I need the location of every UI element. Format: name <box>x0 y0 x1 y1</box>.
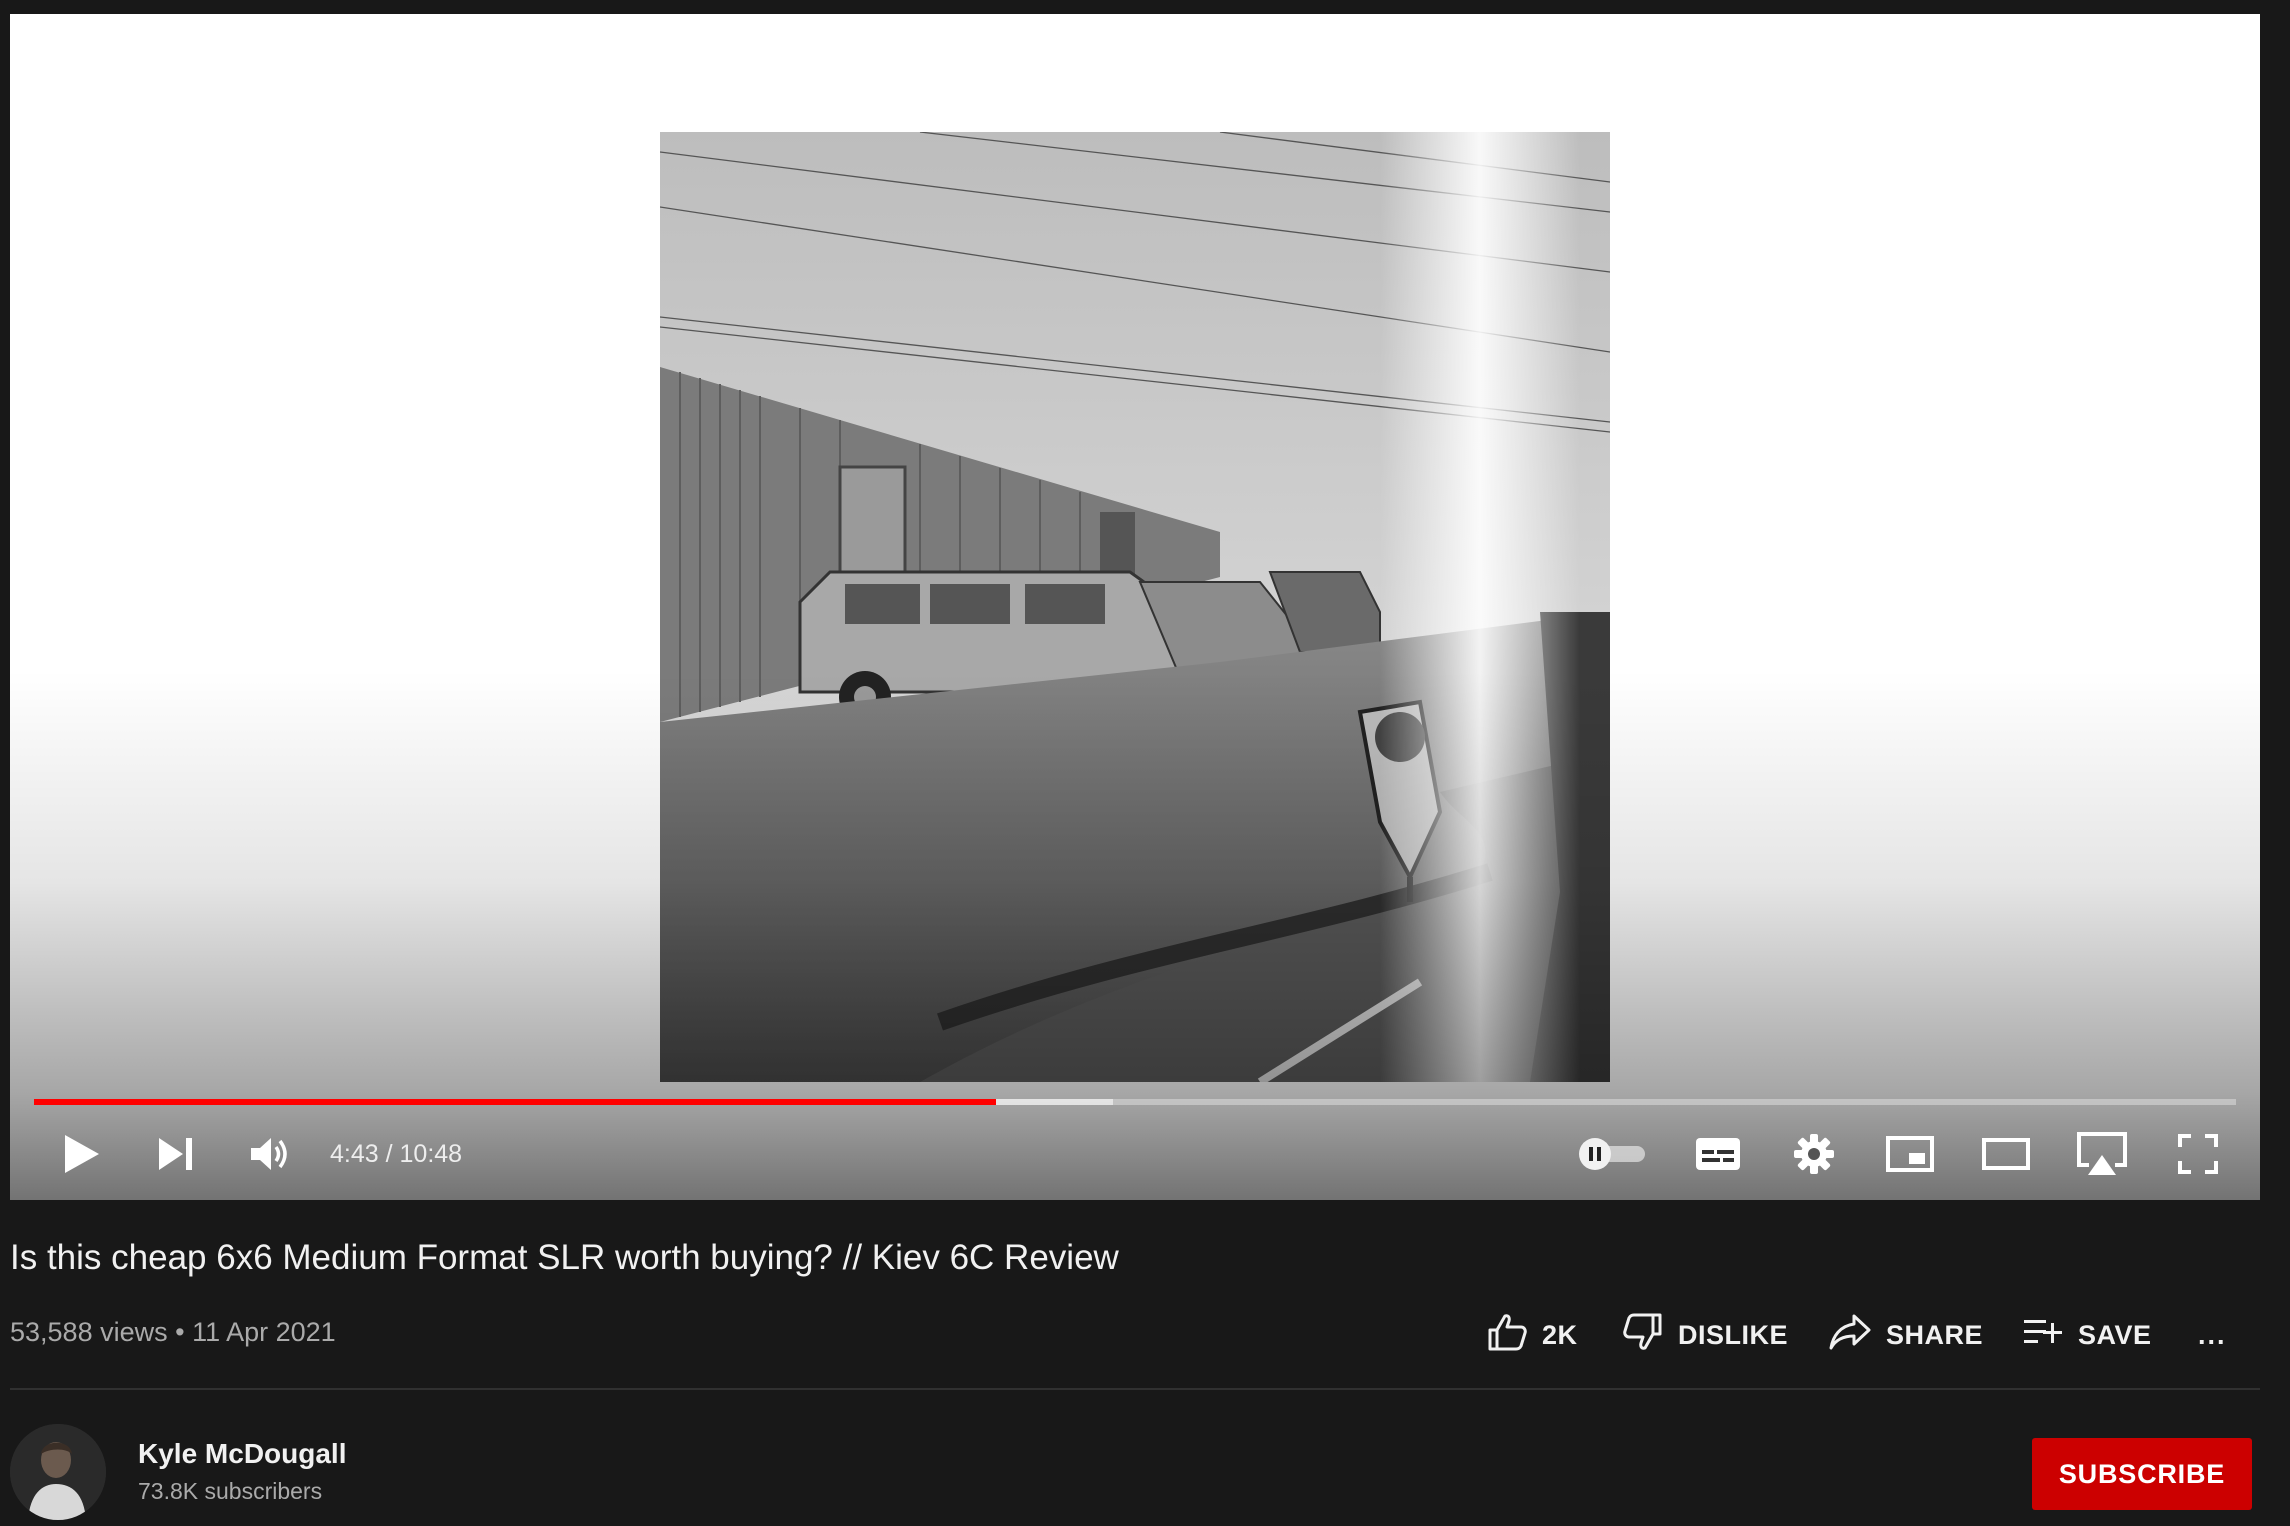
more-actions-button[interactable]: ... <box>2198 1305 2227 1365</box>
settings-gear-icon <box>1792 1132 1836 1176</box>
share-arrow-icon <box>1828 1312 1872 1359</box>
share-label: SHARE <box>1886 1319 1984 1350</box>
airplay-icon <box>2075 1131 2129 1177</box>
time-current: 4:43 <box>330 1140 379 1168</box>
settings-button[interactable] <box>1782 1124 1846 1184</box>
divider <box>10 1388 2260 1390</box>
video-player[interactable]: 4:43 / 10:48 <box>10 14 2260 1200</box>
miniplayer-icon <box>1885 1135 1935 1173</box>
video-title: Is this cheap 6x6 Medium Format SLR wort… <box>10 1238 1119 1277</box>
more-horizontal-icon: ... <box>2198 1319 2227 1350</box>
captions-button[interactable] <box>1686 1124 1750 1184</box>
next-icon <box>157 1136 195 1172</box>
progress-bar[interactable] <box>34 1099 2236 1105</box>
video-actions: 2K DISLIKE SHARE SAVE ... <box>0 1305 2290 1365</box>
save-label: SAVE <box>2078 1319 2152 1350</box>
autoplay-toggle[interactable] <box>1576 1124 1650 1184</box>
channel-name[interactable]: Kyle McDougall <box>138 1438 346 1470</box>
subscribe-button[interactable]: SUBSCRIBE <box>2032 1438 2252 1510</box>
mute-button[interactable] <box>238 1124 302 1184</box>
play-icon <box>63 1133 101 1175</box>
autoplay-toggle-icon <box>1577 1136 1649 1172</box>
theater-mode-icon <box>1981 1137 2031 1171</box>
share-button[interactable]: SHARE <box>1828 1305 1983 1365</box>
fullscreen-icon <box>2177 1133 2219 1175</box>
thumbs-down-icon <box>1622 1312 1664 1359</box>
time-display: 4:43 / 10:48 <box>330 1124 462 1184</box>
like-button[interactable]: 2K <box>1486 1305 1578 1365</box>
airplay-button[interactable] <box>2070 1124 2134 1184</box>
theater-mode-button[interactable] <box>1974 1124 2038 1184</box>
next-button[interactable] <box>144 1124 208 1184</box>
dislike-label: DISLIKE <box>1678 1319 1789 1350</box>
miniplayer-button[interactable] <box>1878 1124 1942 1184</box>
fullscreen-button[interactable] <box>2166 1124 2230 1184</box>
time-separator: / <box>378 1140 400 1168</box>
thumbs-up-icon <box>1486 1312 1528 1359</box>
channel-avatar[interactable] <box>10 1424 106 1520</box>
captions-icon <box>1694 1136 1742 1172</box>
subscriber-count: 73.8K subscribers <box>138 1478 323 1504</box>
time-total: 10:48 <box>399 1140 463 1168</box>
progress-played <box>34 1099 997 1105</box>
like-count: 2K <box>1542 1319 1578 1350</box>
video-frame-photo <box>660 132 1610 1082</box>
player-controls: 4:43 / 10:48 <box>10 1124 2260 1184</box>
playlist-add-icon <box>2022 1315 2064 1356</box>
play-button[interactable] <box>50 1124 114 1184</box>
save-button[interactable]: SAVE <box>2022 1305 2152 1365</box>
dislike-button[interactable]: DISLIKE <box>1622 1305 1788 1365</box>
volume-icon <box>249 1135 291 1173</box>
